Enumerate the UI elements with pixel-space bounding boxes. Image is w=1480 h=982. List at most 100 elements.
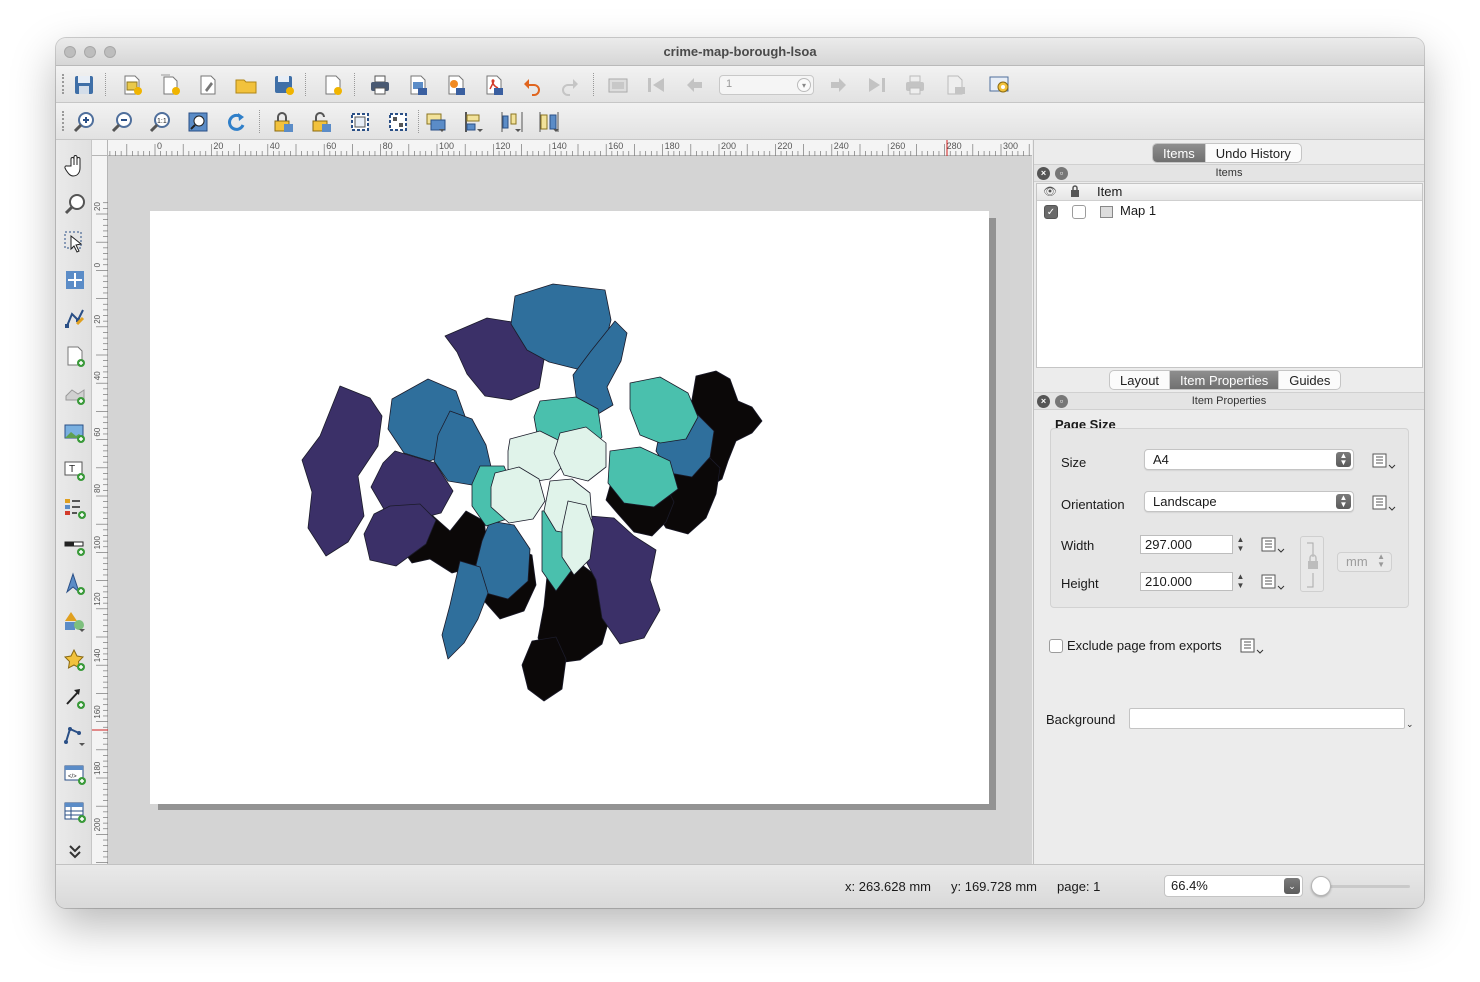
atlas-settings-icon[interactable]: [986, 71, 1014, 98]
atlas-page-select[interactable]: 1 ▾: [719, 75, 814, 95]
tab-layout[interactable]: Layout: [1110, 371, 1169, 389]
new-layout-icon[interactable]: [118, 71, 146, 98]
width-stepper[interactable]: ▲ ▼: [1235, 535, 1246, 555]
more-tools-icon[interactable]: [61, 837, 89, 865]
first-feature-icon[interactable]: [642, 71, 670, 98]
add-pages-icon[interactable]: [319, 71, 347, 98]
width-input[interactable]: 297.000: [1140, 535, 1233, 554]
atlas-preview-icon[interactable]: [604, 71, 632, 98]
add-attribute-table-icon[interactable]: [61, 798, 89, 826]
items-tree[interactable]: 👁 Item ✓ Map 1: [1036, 183, 1423, 368]
float-dock-icon[interactable]: ▫: [1055, 395, 1068, 408]
export-svg-icon[interactable]: [442, 71, 470, 98]
last-feature-icon[interactable]: [863, 71, 891, 98]
print-atlas-icon[interactable]: [901, 71, 929, 98]
tab-items[interactable]: Items: [1153, 144, 1205, 162]
add-shape-icon[interactable]: [61, 608, 89, 636]
print-icon[interactable]: [366, 71, 394, 98]
height-input[interactable]: 210.000: [1140, 572, 1233, 591]
toolbar-grip[interactable]: [62, 74, 65, 94]
save-icon[interactable]: [70, 71, 98, 98]
add-scalebar-icon[interactable]: [61, 532, 89, 560]
item-lock-checkbox[interactable]: [1072, 205, 1086, 219]
export-atlas-icon[interactable]: [942, 71, 970, 98]
add-north-arrow-icon[interactable]: [61, 570, 89, 598]
next-feature-icon[interactable]: [825, 71, 853, 98]
distribute-items-icon[interactable]: [498, 108, 526, 135]
raise-items-icon[interactable]: [422, 108, 450, 135]
toolbar-separator: [259, 110, 260, 133]
layout-canvas[interactable]: [108, 156, 1032, 864]
undo-icon[interactable]: [518, 71, 546, 98]
background-symbol-button[interactable]: [1129, 708, 1405, 729]
ruler-label: 300: [1003, 141, 1018, 151]
add-marker-icon[interactable]: [61, 646, 89, 674]
chevron-down-icon[interactable]: ⌄: [1406, 719, 1414, 730]
export-pdf-icon[interactable]: [480, 71, 508, 98]
close-dock-icon[interactable]: ×: [1037, 167, 1050, 180]
add-picture-icon[interactable]: [61, 418, 89, 446]
zoom-tool-icon[interactable]: [61, 190, 89, 218]
toolbar-separator: [418, 110, 419, 133]
tab-item-properties[interactable]: Item Properties: [1169, 371, 1279, 389]
zoom-combo[interactable]: 66.4% ⌄: [1164, 875, 1303, 897]
data-defined-override-icon[interactable]: [1370, 494, 1396, 512]
zoom-out-icon[interactable]: [108, 108, 136, 135]
tab-undo-history[interactable]: Undo History: [1204, 144, 1301, 162]
data-defined-override-icon[interactable]: [1259, 573, 1285, 591]
table-row[interactable]: ✓ Map 1: [1037, 202, 1422, 222]
height-stepper[interactable]: ▲ ▼: [1235, 572, 1246, 592]
export-image-icon[interactable]: [404, 71, 432, 98]
redo-icon[interactable]: [556, 71, 584, 98]
aspect-lock-toggle[interactable]: [1300, 536, 1324, 592]
items-dock-title: Items: [1215, 167, 1243, 179]
group-items-icon[interactable]: [346, 108, 374, 135]
zoom-in-icon[interactable]: [70, 108, 98, 135]
tab-guides[interactable]: Guides: [1278, 371, 1340, 389]
size-select[interactable]: A4 ▲ ▼: [1144, 449, 1354, 470]
item-label[interactable]: Map 1: [1120, 203, 1156, 218]
toolbar-grip[interactable]: [62, 111, 65, 131]
resize-items-icon[interactable]: [536, 108, 564, 135]
horizontal-ruler[interactable]: 0 20 40 60 80 100 120 140 160 180 200 220 240 260 280 3…: [108, 140, 1032, 156]
svg-text:T: T: [69, 464, 75, 475]
data-defined-override-icon[interactable]: [1370, 452, 1396, 470]
save-template-icon[interactable]: [270, 71, 298, 98]
pan-icon[interactable]: [61, 152, 89, 180]
refresh-icon[interactable]: [222, 108, 250, 135]
ungroup-items-icon[interactable]: [384, 108, 412, 135]
zoom-slider-knob[interactable]: [1310, 876, 1331, 896]
lock-items-icon[interactable]: [270, 108, 298, 135]
item-column-header[interactable]: Item: [1097, 184, 1122, 199]
edit-nodes-icon[interactable]: [61, 304, 89, 332]
align-items-icon[interactable]: [460, 108, 488, 135]
close-dock-icon[interactable]: ×: [1037, 395, 1050, 408]
data-defined-override-icon[interactable]: [1238, 637, 1264, 655]
add-arrow-icon[interactable]: [61, 684, 89, 712]
item-visible-checkbox[interactable]: ✓: [1044, 205, 1058, 219]
layout-page[interactable]: [150, 211, 989, 804]
map-item-london-boroughs[interactable]: [150, 211, 989, 804]
add-node-item-icon[interactable]: [61, 722, 89, 750]
chevron-down-icon[interactable]: ▾: [797, 78, 811, 92]
layout-manager-icon[interactable]: [194, 71, 222, 98]
zoom-100-icon[interactable]: 1:1: [146, 108, 174, 135]
open-template-icon[interactable]: [232, 71, 260, 98]
float-dock-icon[interactable]: ▫: [1055, 167, 1068, 180]
vertical-ruler[interactable]: 20020406080100120140160180200220: [92, 156, 108, 864]
exclude-page-checkbox[interactable]: [1049, 639, 1063, 653]
add-map-icon[interactable]: [61, 342, 89, 370]
previous-feature-icon[interactable]: [680, 71, 708, 98]
move-content-icon[interactable]: [61, 266, 89, 294]
add-label-icon[interactable]: T: [61, 456, 89, 484]
select-move-icon[interactable]: [61, 228, 89, 256]
data-defined-override-icon[interactable]: [1259, 536, 1285, 554]
add-3d-map-icon[interactable]: [61, 380, 89, 408]
unlock-items-icon[interactable]: [308, 108, 336, 135]
unit-select[interactable]: mm ▲ ▼: [1337, 552, 1392, 572]
add-html-icon[interactable]: </>: [61, 760, 89, 788]
zoom-full-icon[interactable]: [184, 108, 212, 135]
duplicate-layout-icon[interactable]: [156, 71, 184, 98]
add-legend-icon[interactable]: [61, 494, 89, 522]
orientation-select[interactable]: Landscape ▲ ▼: [1144, 491, 1354, 512]
